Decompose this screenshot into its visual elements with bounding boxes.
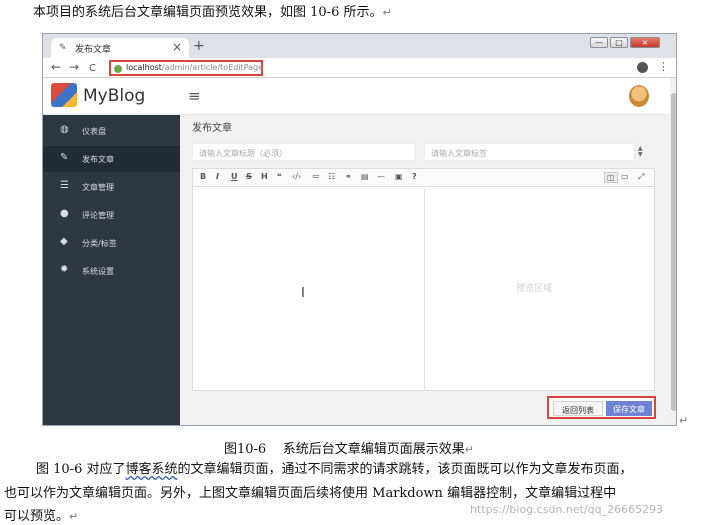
body-text: 图 10-6 对应了 xyxy=(36,462,126,477)
article-title-input[interactable]: 请输入文章标题（必须） xyxy=(192,143,415,161)
split-view-icon[interactable]: ◫ xyxy=(604,172,618,183)
dashboard-icon: ◍ xyxy=(60,124,69,135)
minimize-icon[interactable]: — xyxy=(590,37,608,48)
sidebar-item-comments[interactable]: ● 评论管理 xyxy=(43,202,180,228)
tags-stepper[interactable]: ▲ ▼ xyxy=(638,146,643,158)
code-button[interactable]: ‹/› xyxy=(292,172,301,181)
comment-icon: ● xyxy=(60,208,69,219)
editor-divider xyxy=(424,188,425,391)
italic-button[interactable]: I xyxy=(216,172,219,181)
bold-button[interactable]: B xyxy=(200,172,206,181)
url-field[interactable]: localhost/admin/article/toEditPage xyxy=(109,60,263,76)
browser-screenshot: ✎ 发布文章 × + — □ × ← → C localhost/admin/a… xyxy=(42,33,677,426)
sidebar-item-label: 发布文章 xyxy=(82,155,114,164)
brand-name: MyBlog xyxy=(83,86,146,106)
down-arrow-icon[interactable]: ▼ xyxy=(638,152,643,158)
horizontal-rule-button[interactable]: — xyxy=(377,172,385,181)
intro-paragraph: 本项目的系统后台文章编辑页面预览效果，如图 10-6 所示。↵ xyxy=(33,5,392,21)
reload-icon[interactable]: C xyxy=(89,62,96,75)
paragraph-mark: ↵ xyxy=(69,510,79,523)
body-line-1: 图 10-6 对应了博客系统的文章编辑页面，通过不同需求的请求跳转，该页面既可以… xyxy=(36,462,633,478)
app-logo[interactable]: MyBlog xyxy=(43,78,180,115)
back-icon[interactable]: ← xyxy=(51,61,61,74)
body-line-3: 可以预览。↵ xyxy=(4,509,78,525)
editor-toolbar: B I U S H ❝ ‹/› ≔ ☷ ⚭ ▤ — ▣ ? ◫ ▭ ⤢ xyxy=(193,169,654,187)
markdown-editor: B I U S H ❝ ‹/› ≔ ☷ ⚭ ▤ — ▣ ? ◫ ▭ ⤢ I 预览… xyxy=(192,168,655,391)
app-sidebar: MyBlog ◍ 仪表盘 ✎ 发布文章 ☰ 文章管理 ● 评论管理 ◆ 分类/标… xyxy=(43,78,180,425)
main-content: ≡ 发布文章 请输入文章标题（必须） 请输入文章标签 ▲ ▼ B I U S H… xyxy=(180,78,670,425)
body-text: 也可以作为文章编辑页面。另外，上图文章编辑页面后续将使用 Markdown 编辑… xyxy=(4,486,617,501)
browser-tab[interactable]: ✎ 发布文章 × xyxy=(51,38,189,58)
profile-icon[interactable] xyxy=(637,62,648,73)
favicon-icon: ✎ xyxy=(59,43,67,53)
url-host: localhost xyxy=(126,63,162,72)
quote-button[interactable]: ❝ xyxy=(277,172,282,181)
strikethrough-button[interactable]: S xyxy=(246,172,252,181)
tab-title: 发布文章 xyxy=(75,45,112,55)
sidebar-item-label: 仪表盘 xyxy=(82,127,106,136)
caption-text: 图10-6 系统后台文章编辑页面展示效果 xyxy=(224,442,465,457)
new-tab-icon[interactable]: + xyxy=(193,38,205,54)
paragraph-mark: ↵ xyxy=(382,6,392,19)
url-path: /admin/article/toEditPage xyxy=(161,63,264,72)
preview-area-hint: 预览区域 xyxy=(516,284,553,294)
underline-button[interactable]: U xyxy=(231,172,238,181)
list-icon: ☰ xyxy=(60,180,69,191)
sidebar-item-dashboard[interactable]: ◍ 仪表盘 xyxy=(43,118,180,144)
page-scrollbar[interactable] xyxy=(670,78,676,425)
app-topbar: ≡ xyxy=(180,78,670,115)
article-tags-input[interactable]: 请输入文章标签 xyxy=(424,143,635,161)
menu-kebab-icon[interactable]: ⋮ xyxy=(658,60,669,73)
sidebar-item-label: 评论管理 xyxy=(82,211,114,220)
hamburger-icon[interactable]: ≡ xyxy=(188,87,201,105)
figure-caption: 图10-6 系统后台文章编辑页面展示效果↵ xyxy=(224,438,474,457)
help-button[interactable]: ? xyxy=(412,172,417,181)
logo-icon xyxy=(51,83,77,107)
fullscreen-icon[interactable]: ⤢ xyxy=(638,172,644,182)
action-buttons: 返回列表 保存文章 xyxy=(547,396,656,419)
sidebar-item-label: 系统设置 xyxy=(82,267,114,276)
heading-button[interactable]: H xyxy=(261,172,268,181)
intro-text: 本项目的系统后台文章编辑页面预览效果，如图 10-6 所示。 xyxy=(33,5,383,20)
sidebar-item-articles[interactable]: ☰ 文章管理 xyxy=(43,174,180,200)
image-button[interactable]: ▣ xyxy=(395,172,403,181)
address-bar: ← → C localhost/admin/article/toEditPage… xyxy=(43,58,676,78)
save-article-button[interactable]: 保存文章 xyxy=(606,401,652,416)
url-text: localhost/admin/article/toEditPage xyxy=(126,63,263,72)
tab-bar: ✎ 发布文章 × + — □ × xyxy=(43,34,676,58)
tab-close-icon[interactable]: × xyxy=(172,40,182,54)
sidebar-item-label: 文章管理 xyxy=(82,183,114,192)
link-button[interactable]: ⚭ xyxy=(345,172,352,181)
site-icon xyxy=(114,65,122,73)
sidebar-item-settings[interactable]: ✹ 系统设置 xyxy=(43,258,180,284)
body-text-underlined: 博客系统 xyxy=(125,462,178,477)
back-to-list-button[interactable]: 返回列表 xyxy=(553,401,603,416)
avatar[interactable] xyxy=(629,85,649,107)
forward-icon[interactable]: → xyxy=(69,61,79,74)
paragraph-mark: ↵ xyxy=(464,443,474,456)
body-text: 的文章编辑页面，通过不同需求的请求跳转，该页面既可以作为文章发布页面， xyxy=(177,462,633,477)
page-title: 发布文章 xyxy=(192,123,232,134)
sidebar-item-publish[interactable]: ✎ 发布文章 xyxy=(43,146,180,172)
sidebar-item-categories[interactable]: ◆ 分类/标签 xyxy=(43,230,180,256)
body-line-2: 也可以作为文章编辑页面。另外，上图文章编辑页面后续将使用 Markdown 编辑… xyxy=(4,486,616,502)
sidebar-item-label: 分类/标签 xyxy=(82,239,117,248)
edit-icon: ✎ xyxy=(60,152,69,163)
paragraph-mark: ↵ xyxy=(679,414,689,427)
ordered-list-button[interactable]: ≔ xyxy=(312,172,320,181)
watermark: https://blog.csdn.net/qq_26665293 xyxy=(470,503,664,516)
body-text: 可以预览。 xyxy=(4,509,70,524)
scrollbar-thumb[interactable] xyxy=(671,93,676,411)
window-close-icon[interactable]: × xyxy=(630,37,660,48)
gear-icon: ✹ xyxy=(60,264,69,275)
table-button[interactable]: ▤ xyxy=(361,172,369,181)
tag-icon: ◆ xyxy=(60,236,68,247)
preview-icon[interactable]: ▭ xyxy=(621,172,629,181)
unordered-list-button[interactable]: ☷ xyxy=(328,172,335,181)
text-cursor-icon: I xyxy=(301,286,305,301)
maximize-icon[interactable]: □ xyxy=(610,37,628,48)
